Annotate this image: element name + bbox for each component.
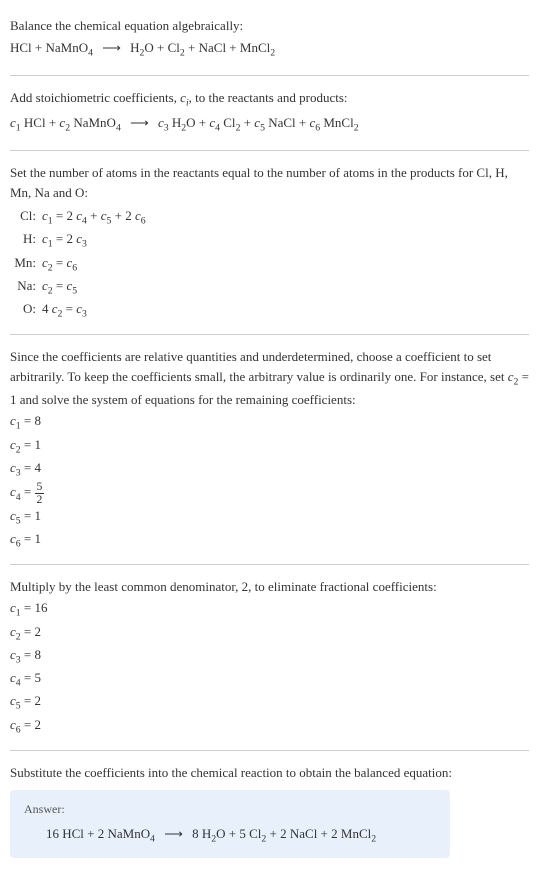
equation-with-coefficients: c1 HCl + c2 NaMnO4 ⟶ c3 H2O + c4 Cl2 + c… [10,113,529,136]
section-multiply: Multiply by the least common denominator… [10,569,529,746]
table-row: Cl: c1 = 2 c4 + c5 + 2 c6 [12,206,529,229]
answer-label: Answer: [24,800,436,818]
divider [10,75,529,76]
atom-balance-table: Cl: c1 = 2 c4 + c5 + 2 c6 H: c1 = 2 c3 M… [12,206,529,322]
element-label: Mn: [12,253,42,276]
section-solve: Since the coefficients are relative quan… [10,339,529,560]
section-add-coefficients: Add stoichiometric coefficients, ci, to … [10,80,529,146]
section-atom-balance: Set the number of atoms in the reactants… [10,155,529,330]
divider [10,334,529,335]
section-title: Set the number of atoms in the reactants… [10,163,529,202]
section-substitute: Substitute the coefficients into the che… [10,755,529,866]
balance-equation: c1 = 2 c4 + c5 + 2 c6 [42,206,529,229]
section-title: Add stoichiometric coefficients, ci, to … [10,88,529,111]
list-item: c3 = 4 [10,458,529,481]
table-row: Na: c2 = c5 [12,276,529,299]
section-title: Balance the chemical equation algebraica… [10,16,529,36]
balance-equation: c1 = 2 c3 [42,229,529,252]
list-item: c2 = 2 [10,622,529,645]
section-title: Substitute the coefficients into the che… [10,763,529,783]
coefficient-list: c1 = 8 c2 = 1 c3 = 4 c4 = 52 c5 = 1 c6 =… [10,411,529,552]
list-item: c5 = 2 [10,691,529,714]
balanced-equation: 16 HCl + 2 NaMnO4 ⟶ 8 H2O + 5 Cl2 + 2 Na… [24,824,436,847]
list-item: c1 = 16 [10,598,529,621]
list-item: c2 = 1 [10,435,529,458]
list-item: c4 = 52 [10,481,529,505]
section-title: Since the coefficients are relative quan… [10,347,529,409]
list-item: c1 = 8 [10,411,529,434]
answer-box: Answer: 16 HCl + 2 NaMnO4 ⟶ 8 H2O + 5 Cl… [10,790,450,857]
equation-unbalanced: HCl + NaMnO4 ⟶ H2O + Cl2 + NaCl + MnCl2 [10,38,529,61]
balance-equation: c2 = c6 [42,253,529,276]
element-label: H: [12,229,42,252]
section-title: Multiply by the least common denominator… [10,577,529,597]
list-item: c4 = 5 [10,668,529,691]
balance-equation: c2 = c5 [42,276,529,299]
coefficient-list: c1 = 16 c2 = 2 c3 = 8 c4 = 5 c5 = 2 c6 =… [10,598,529,737]
table-row: Mn: c2 = c6 [12,253,529,276]
list-item: c6 = 2 [10,715,529,738]
divider [10,564,529,565]
list-item: c3 = 8 [10,645,529,668]
element-label: Na: [12,276,42,299]
divider [10,750,529,751]
divider [10,150,529,151]
table-row: H: c1 = 2 c3 [12,229,529,252]
element-label: O: [12,299,42,322]
element-label: Cl: [12,206,42,229]
balance-equation: 4 c2 = c3 [42,299,529,322]
list-item: c6 = 1 [10,529,529,552]
table-row: O: 4 c2 = c3 [12,299,529,322]
list-item: c5 = 1 [10,506,529,529]
section-balance: Balance the chemical equation algebraica… [10,8,529,71]
